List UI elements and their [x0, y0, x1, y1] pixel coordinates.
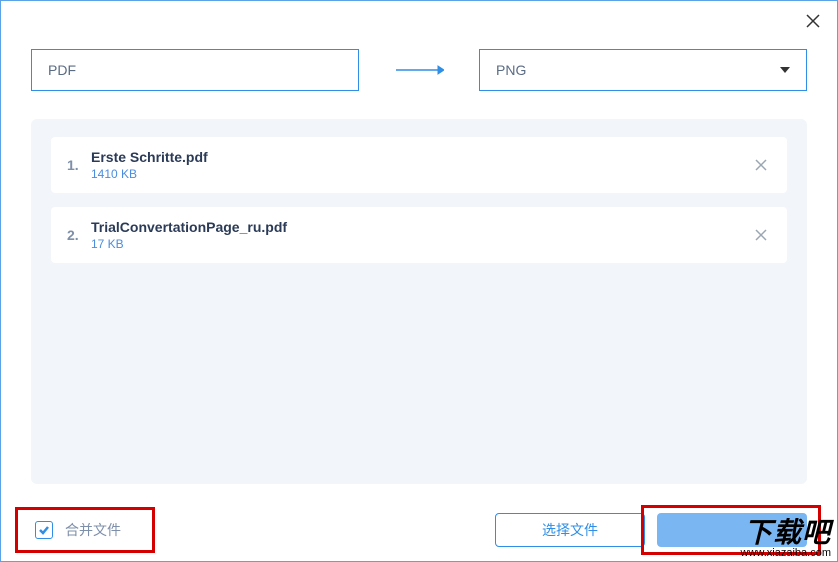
file-meta: TrialConvertationPage_ru.pdf 17 KB: [91, 219, 751, 251]
file-meta: Erste Schritte.pdf 1410 KB: [91, 149, 751, 181]
select-file-label: 选择文件: [542, 520, 598, 540]
select-file-button[interactable]: 选择文件: [495, 513, 645, 547]
file-index: 2.: [67, 227, 91, 243]
format-row: PDF PNG: [1, 1, 837, 91]
file-size: 1410 KB: [91, 167, 751, 181]
target-format-dropdown[interactable]: PNG: [479, 49, 807, 91]
arrow-icon: [389, 64, 449, 76]
file-name: TrialConvertationPage_ru.pdf: [91, 219, 751, 235]
file-row: 2. TrialConvertationPage_ru.pdf 17 KB: [51, 207, 787, 263]
file-index: 1.: [67, 157, 91, 173]
primary-action-button[interactable]: [657, 513, 807, 547]
bottom-bar: 合并文件 选择文件: [1, 513, 837, 547]
close-button[interactable]: [803, 11, 823, 31]
merge-files-control: 合并文件: [31, 514, 483, 546]
chevron-down-icon: [780, 67, 790, 73]
watermark-url: www.xiazaiba.com: [741, 547, 831, 559]
merge-files-label: 合并文件: [65, 520, 121, 540]
file-size: 17 KB: [91, 237, 751, 251]
file-row: 1. Erste Schritte.pdf 1410 KB: [51, 137, 787, 193]
file-list-panel: 1. Erste Schritte.pdf 1410 KB 2. TrialCo…: [31, 119, 807, 484]
remove-file-button[interactable]: [751, 155, 771, 175]
source-format-label: PDF: [48, 62, 76, 78]
merge-files-checkbox[interactable]: [35, 521, 53, 539]
target-format-label: PNG: [496, 62, 526, 78]
file-name: Erste Schritte.pdf: [91, 149, 751, 165]
remove-file-button[interactable]: [751, 225, 771, 245]
source-format-box: PDF: [31, 49, 359, 91]
